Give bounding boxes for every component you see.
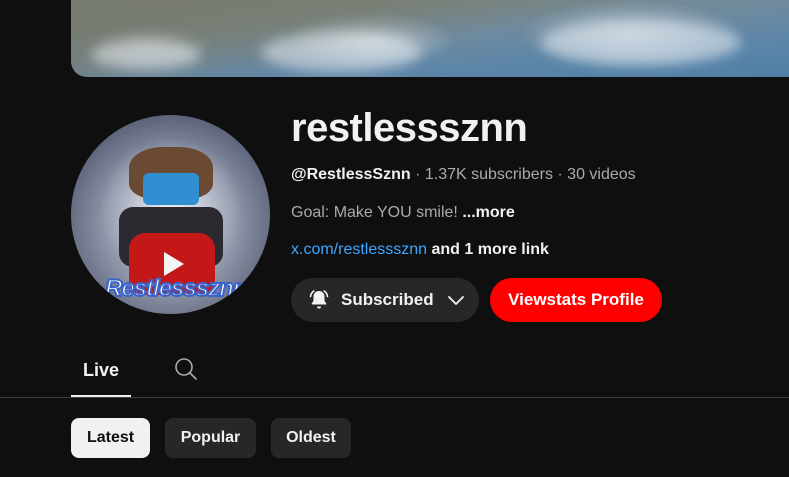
avatar-face	[143, 173, 199, 205]
play-icon	[164, 252, 184, 276]
subscribed-button[interactable]: Subscribed	[291, 278, 479, 322]
channel-description: Goal: Make YOU smile! ...more	[291, 204, 515, 222]
channel-name: restlesssznn	[291, 106, 528, 150]
subscriber-count: 1.37K subscribers	[424, 166, 553, 183]
channel-handle: @RestlessSznn	[291, 166, 411, 183]
channel-link[interactable]: x.com/restlesssznn	[291, 241, 427, 258]
banner-cloud	[261, 32, 421, 72]
banner-cloud	[541, 20, 741, 65]
bell-ringing-icon	[307, 288, 331, 312]
channel-banner	[71, 0, 789, 77]
chevron-down-icon	[446, 290, 466, 310]
description-text: Goal: Make YOU smile!	[291, 204, 458, 221]
tab-live[interactable]: Live	[71, 345, 131, 397]
channel-meta: @RestlessSznn · 1.37K subscribers · 30 v…	[291, 166, 636, 184]
chip-oldest[interactable]: Oldest	[271, 418, 351, 458]
chip-popular[interactable]: Popular	[165, 418, 256, 458]
description-more-button[interactable]: ...more	[462, 204, 514, 221]
meta-separator: ·	[557, 166, 563, 183]
meta-separator: ·	[415, 166, 421, 183]
channel-page: Restlesssznn restlesssznn @RestlessSznn …	[0, 0, 789, 477]
search-icon[interactable]	[173, 356, 199, 382]
subscribed-label: Subscribed	[341, 290, 434, 309]
tabs-divider	[0, 397, 789, 398]
channel-links: x.com/restlesssznn and 1 more link	[291, 241, 549, 259]
video-count: 30 videos	[567, 166, 636, 183]
chip-latest[interactable]: Latest	[71, 418, 150, 458]
viewstats-profile-button[interactable]: Viewstats Profile	[490, 278, 662, 322]
avatar-logo-text: Restlesssznn	[104, 274, 248, 303]
banner-cloud	[91, 40, 201, 70]
channel-avatar[interactable]: Restlesssznn	[71, 115, 270, 314]
more-links-button[interactable]: and 1 more link	[432, 241, 549, 258]
